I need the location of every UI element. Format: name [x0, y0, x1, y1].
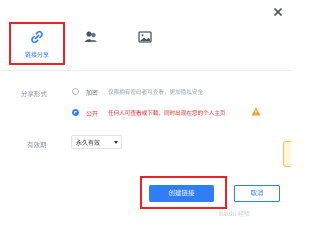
- radio-public[interactable]: [72, 109, 79, 116]
- option-public-name: 公开: [86, 111, 99, 118]
- tab-image-share[interactable]: [127, 20, 163, 60]
- create-link-button[interactable]: 创建链接: [149, 185, 214, 202]
- chevron-down-icon: [114, 141, 118, 144]
- tab-highlight-box: [9, 22, 65, 65]
- create-link-button-label: 创建链接: [168, 189, 195, 197]
- share-form-label: 分享形式: [21, 90, 47, 98]
- side-feedback-tab[interactable]: [283, 141, 291, 167]
- option-encrypted-desc: 仅限拥有密码者可查看，更加隐私安全: [108, 90, 204, 96]
- cancel-button-label: 取消: [250, 189, 264, 197]
- group-icon: [84, 31, 97, 42]
- warning-icon: [251, 107, 261, 116]
- validity-select[interactable]: 永久有效: [71, 135, 122, 149]
- image-icon: [138, 31, 152, 43]
- radio-encrypted[interactable]: [72, 88, 79, 95]
- option-encrypted-name: 加密: [86, 90, 99, 97]
- tab-group-share[interactable]: [73, 20, 109, 60]
- validity-select-value: 永久有效: [76, 140, 101, 147]
- share-dialog: 链接分享 分享形式 加密 仅限拥有密码者可查看，更加隐私安全 公开 任何人可查看…: [0, 0, 291, 224]
- close-icon[interactable]: [272, 6, 284, 18]
- option-public-desc: 任何人可查看或下载，同时出现在您的个人主页: [108, 111, 226, 117]
- validity-label: 有效期: [27, 141, 47, 149]
- cancel-button[interactable]: 取消: [234, 185, 280, 202]
- tabs-divider: [0, 70, 291, 71]
- watermark: Baidu 经验: [219, 211, 250, 218]
